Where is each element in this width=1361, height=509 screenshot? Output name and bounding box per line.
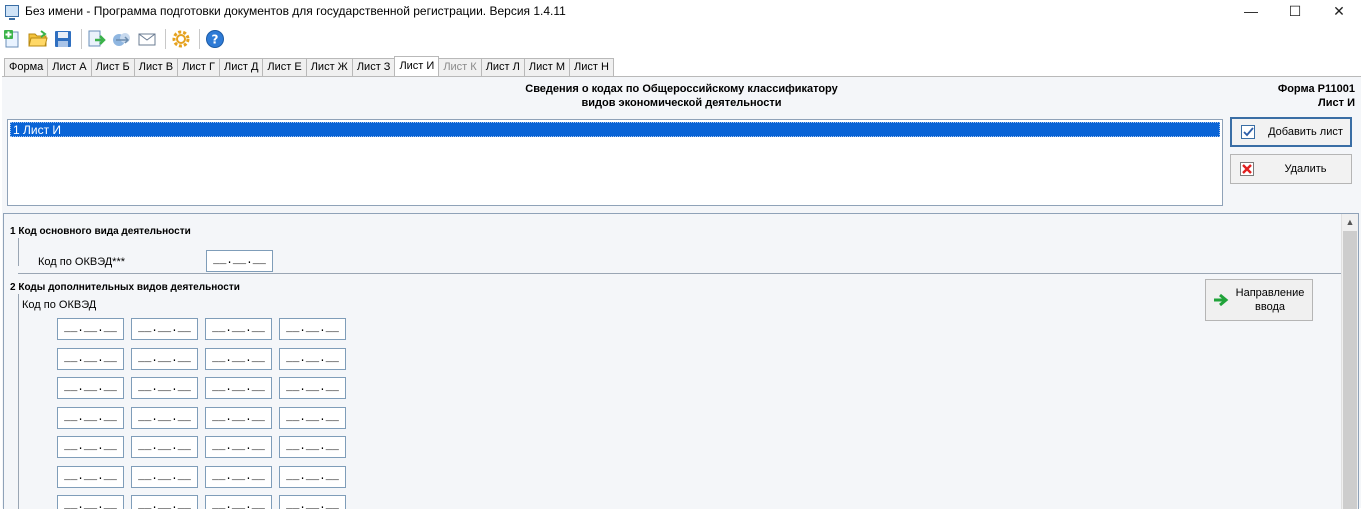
scroll-thumb[interactable] [1343,231,1357,509]
extra-okved-input[interactable]: __.__.__ [279,495,346,509]
extra-okved-input[interactable]: __.__.__ [131,495,198,509]
extra-okved-input[interactable]: __.__.__ [279,347,346,370]
toolbar-separator [81,29,82,49]
extra-okved-input[interactable]: __.__.__ [57,436,124,458]
extra-okved-input[interactable]: __.__.__ [205,406,272,429]
heading-line-2: видов экономической деятельности [581,97,782,109]
extra-okved-input[interactable]: __.__.__ [131,436,198,458]
vertical-scrollbar[interactable]: ▲ [1341,214,1358,509]
settings-gear-icon[interactable] [170,28,192,50]
extra-okved-input[interactable]: __.__.__ [57,406,124,429]
extra-okved-input[interactable]: __.__.__ [279,406,346,429]
minimize-button[interactable]: — [1229,0,1273,22]
tab-sheet-10: Лист К [438,58,482,76]
section-divider [18,273,1341,274]
save-disk-icon[interactable] [52,28,74,50]
help-icon[interactable]: ? [204,28,226,50]
extra-okved-label: Код по ОКВЭД [22,299,97,311]
tab-sheet-4[interactable]: Лист Г [177,58,220,76]
extra-okved-input[interactable]: __.__.__ [205,377,272,399]
title-bar: Без имени - Программа подготовки докумен… [0,0,1361,22]
tree-line [18,238,19,266]
extra-okved-input[interactable]: __.__.__ [205,495,272,509]
toolbar: ? [0,22,1361,56]
tab-sheet-1[interactable]: Лист А [47,58,92,76]
checkmark-doc-icon [1239,123,1257,141]
tab-form[interactable]: Форма [4,58,49,76]
extra-okved-input[interactable]: __.__.__ [57,465,124,488]
tab-sheet-5[interactable]: Лист Д [218,58,264,76]
extra-okved-input[interactable]: __.__.__ [131,347,198,370]
tab-sheet-3[interactable]: Лист В [133,58,179,76]
toolbar-separator [165,29,166,49]
tab-sheet-6[interactable]: Лист Е [262,58,307,76]
extra-okved-input[interactable]: __.__.__ [57,495,124,509]
extra-okved-input[interactable]: __.__.__ [205,318,272,340]
list-item[interactable]: 1 Лист И [10,122,1220,137]
toolbar-separator [199,29,200,49]
maximize-button[interactable]: ☐ [1273,0,1317,22]
send-icon[interactable] [111,28,133,50]
extra-okved-input[interactable]: __.__.__ [131,406,198,429]
form-code: Форма Р11001 Лист И [1278,82,1355,110]
extra-okved-input[interactable]: __.__.__ [205,436,272,458]
main-okved-label: Код по ОКВЭД*** [38,256,126,268]
section-1-title: 1 Код основного вида деятельности [10,226,191,237]
delete-x-icon [1238,160,1256,178]
heading-line-1: Сведения о кодах по Общероссийскому клас… [525,83,838,95]
input-direction-button[interactable]: Направление ввода [1205,279,1313,321]
tab-sheet-7[interactable]: Лист Ж [305,58,353,76]
sheet-list[interactable]: 1 Лист И [7,119,1223,206]
add-sheet-button[interactable]: Добавить лист [1230,117,1352,147]
mail-icon[interactable] [136,28,158,50]
open-folder-icon[interactable] [27,28,49,50]
export-icon[interactable] [86,28,108,50]
tab-sheet-8[interactable]: Лист З [351,58,396,76]
extra-okved-input[interactable]: __.__.__ [131,318,198,340]
extra-okved-input[interactable]: __.__.__ [279,377,346,399]
extra-okved-input[interactable]: __.__.__ [57,318,124,340]
tree-line [18,294,19,509]
tab-sheet-12[interactable]: Лист М [523,58,570,76]
tab-sheet-9[interactable]: Лист И [394,56,440,76]
delete-button[interactable]: Удалить [1230,154,1352,184]
arrow-right-icon [1212,293,1230,307]
extra-okved-input[interactable]: __.__.__ [279,318,346,340]
tab-sheet-11[interactable]: Лист Л [480,58,525,76]
extra-okved-input[interactable]: __.__.__ [205,465,272,488]
extra-okved-input[interactable]: __.__.__ [131,465,198,488]
section-2-title: 2 Коды дополнительных видов деятельности [10,282,240,293]
extra-okved-input[interactable]: __.__.__ [205,347,272,370]
sheet-code-label: Лист И [1318,97,1355,109]
add-sheet-label: Добавить лист [1268,126,1343,138]
window-title: Без имени - Программа подготовки докумен… [25,4,566,18]
app-icon [5,5,19,20]
close-button[interactable]: ✕ [1317,0,1361,22]
section-heading: Сведения о кодах по Общероссийскому клас… [2,82,1361,110]
new-doc-icon[interactable] [2,28,24,50]
scroll-up-arrow[interactable]: ▲ [1342,214,1358,230]
sheet-tabs: Форма Лист А Лист Б Лист В Лист Г Лист Д Лист … [4,56,614,76]
extra-okved-input[interactable]: __.__.__ [131,377,198,399]
form-code-label: Форма Р11001 [1277,83,1355,95]
svg-text:?: ? [212,33,219,47]
tab-sheet-2[interactable]: Лист Б [90,58,135,76]
main-panel: Сведения о кодах по Общероссийскому клас… [2,76,1361,509]
direction-label: Направление ввода [1234,286,1312,314]
extra-okved-input[interactable]: __.__.__ [57,347,124,370]
extra-okved-input[interactable]: __.__.__ [279,436,346,458]
tab-sheet-13[interactable]: Лист Н [569,58,614,76]
form-content: 1 Код основного вида деятельности Код по… [3,213,1359,509]
main-okved-input[interactable]: __.__.__ [206,250,273,272]
extra-okved-input[interactable]: __.__.__ [279,465,346,488]
direction-label-line-2: ввода [1255,301,1285,313]
extra-okved-input[interactable]: __.__.__ [57,377,124,399]
direction-label-line-1: Направление [1235,287,1305,299]
window-controls: — ☐ ✕ [1229,0,1361,22]
delete-label: Удалить [1284,163,1327,175]
